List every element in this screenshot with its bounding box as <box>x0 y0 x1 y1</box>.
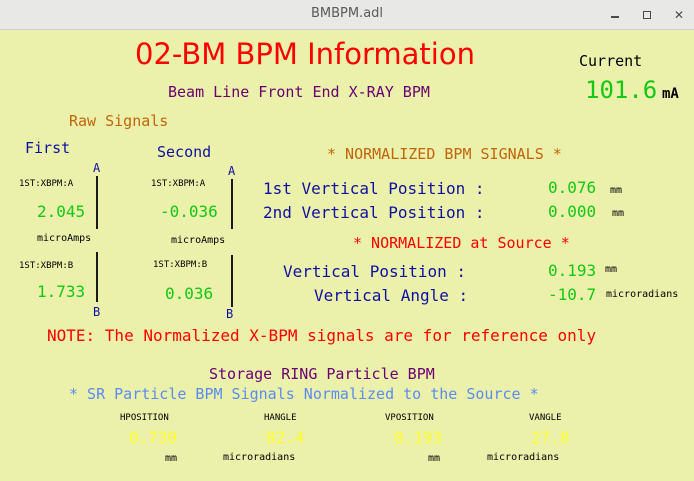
second-a-bar <box>231 179 233 229</box>
close-icon: ✕ <box>673 8 685 22</box>
pos2-value: 0.000 <box>548 202 597 221</box>
second-b-bar <box>231 255 233 307</box>
normalized-heading: * NORMALIZED BPM SIGNALS * <box>327 145 562 163</box>
vangle-label: VANGLE <box>529 413 562 423</box>
page-subtitle: Beam Line Front End X-RAY BPM <box>168 83 430 101</box>
ring-heading: Storage RING Particle BPM <box>209 365 435 383</box>
current-value: 101.6 <box>585 76 658 104</box>
first-b-marker: B <box>93 305 101 319</box>
second-b-value: 0.036 <box>165 284 214 303</box>
minimize-button[interactable] <box>604 4 626 26</box>
pos1-unit: mm <box>610 185 623 196</box>
minimize-icon <box>611 16 619 18</box>
maximize-button[interactable] <box>636 4 658 26</box>
second-heading: Second <box>157 143 212 161</box>
hangle-value: 82.4 <box>266 428 305 447</box>
vangle-unit: microradians <box>487 452 560 463</box>
first-b-bar <box>96 252 98 302</box>
vang-unit: microradians <box>606 289 679 300</box>
reference-note: NOTE: The Normalized X-BPM signals are f… <box>47 326 597 345</box>
first-heading: First <box>25 139 71 157</box>
first-b-pv: 1ST:XBPM:B <box>19 261 74 271</box>
pos2-label: 2nd Vertical Position : <box>263 203 485 222</box>
window-title: BMBPM.adl <box>310 6 384 21</box>
second-a-value: -0.036 <box>160 202 218 221</box>
vposition-label: VPOSITION <box>385 413 434 423</box>
vposition-value: 0.193 <box>394 428 443 447</box>
first-b-value: 1.733 <box>37 282 86 301</box>
vangle-value: 27.8 <box>531 428 570 447</box>
medm-display: 02-BM BPM Information Beam Line Front En… <box>0 30 694 481</box>
first-a-pv: 1ST:XBPM:A <box>19 179 74 189</box>
pos1-label: 1st Vertical Position : <box>263 179 485 198</box>
close-button[interactable]: ✕ <box>668 4 690 26</box>
second-a-pv: 1ST:XBPM:A <box>151 179 206 189</box>
raw-signals-heading: Raw Signals <box>69 112 169 130</box>
maximize-icon <box>643 11 651 19</box>
second-unit: microAmps <box>171 235 226 246</box>
hangle-label: HANGLE <box>264 413 297 423</box>
vang-label: Vertical Angle : <box>314 286 469 305</box>
vposition-unit: mm <box>428 453 441 464</box>
vpos-value: 0.193 <box>548 261 597 280</box>
ring-subheading: * SR Particle BPM Signals Normalized to … <box>69 385 539 403</box>
pos2-unit: mm <box>612 208 625 219</box>
pos1-value: 0.076 <box>548 178 597 197</box>
vpos-unit: mm <box>605 264 618 275</box>
second-b-marker: B <box>226 307 234 321</box>
first-unit: microAmps <box>37 233 92 244</box>
source-heading: * NORMALIZED at Source * <box>353 234 570 252</box>
current-unit: mA <box>662 86 679 102</box>
hangle-unit: microradians <box>223 452 296 463</box>
first-a-marker: A <box>93 161 101 175</box>
current-label: Current <box>579 52 643 70</box>
first-a-bar <box>96 176 98 229</box>
vang-value: -10.7 <box>548 285 597 304</box>
hposition-value: 0.730 <box>129 428 178 447</box>
vpos-label: Vertical Position : <box>283 262 467 281</box>
first-a-value: 2.045 <box>37 202 86 221</box>
hposition-label: HPOSITION <box>120 413 169 423</box>
page-title: 02-BM BPM Information <box>135 37 475 71</box>
second-a-marker: A <box>228 164 236 178</box>
window-titlebar: BMBPM.adl ✕ <box>0 0 694 30</box>
hposition-unit: mm <box>165 453 178 464</box>
second-b-pv: 1ST:XBPM:B <box>153 260 208 270</box>
